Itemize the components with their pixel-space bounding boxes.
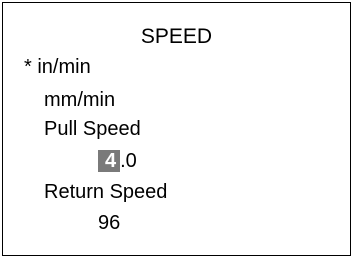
selection-marker: * — [24, 56, 38, 78]
return-speed-label: Return Speed — [44, 181, 168, 203]
pull-speed-label: Pull Speed — [44, 118, 141, 140]
unit-option-label: in/min — [37, 56, 91, 78]
unit-option-in-min[interactable]: * in/min — [24, 55, 91, 79]
lcd-display: SPEED * in/min mm/min Pull Speed 4.0 Ret… — [2, 2, 351, 256]
pull-speed-value-rest: .0 — [120, 150, 137, 172]
unit-option-label: mm/min — [44, 89, 116, 111]
unit-option-mm-min[interactable]: mm/min — [44, 88, 115, 112]
return-speed-value[interactable]: 96 — [98, 211, 120, 235]
screen-title: SPEED — [140, 25, 213, 48]
pull-speed-value[interactable]: 4.0 — [98, 149, 137, 173]
edit-cursor-digit[interactable]: 4 — [98, 150, 121, 172]
